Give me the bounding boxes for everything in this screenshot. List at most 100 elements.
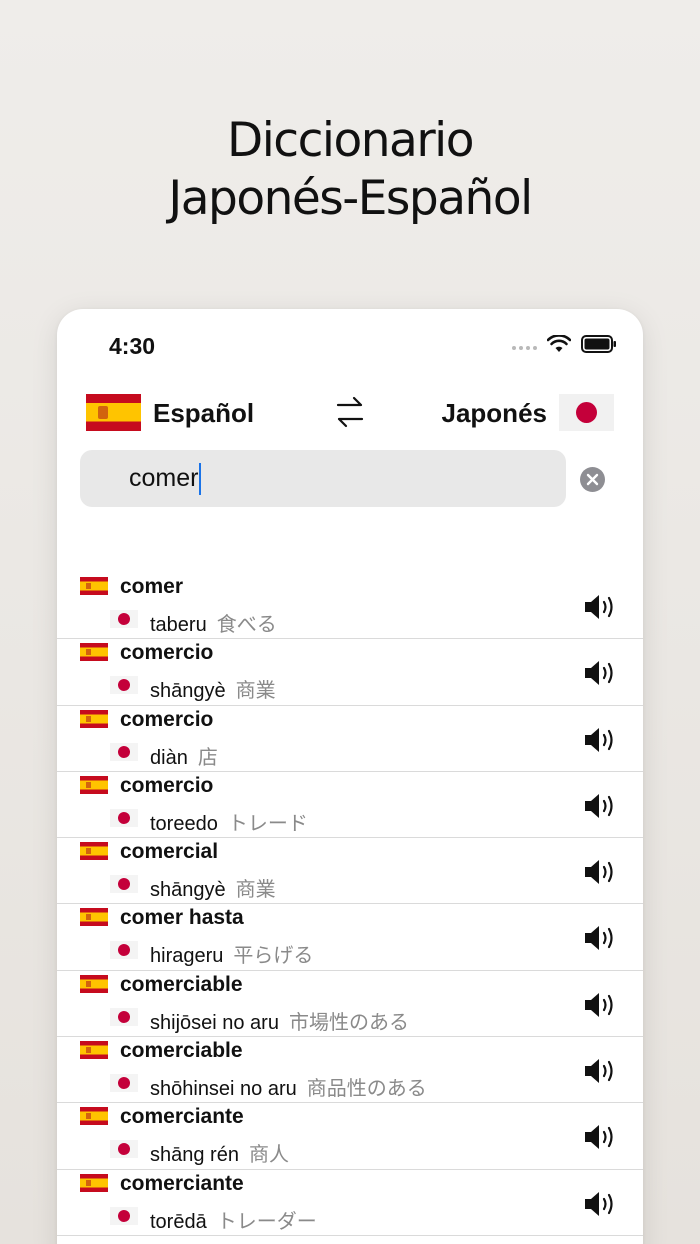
spain-flag-icon — [80, 908, 108, 927]
promo-headline: Diccionario Japonés-Español — [0, 112, 700, 228]
result-japanese: 店 — [197, 744, 218, 769]
result-row[interactable]: comerciable shōhinsei no aru 商品性のある — [57, 1037, 643, 1104]
japan-flag-icon — [110, 742, 138, 761]
spain-flag-icon — [80, 643, 108, 662]
battery-icon — [581, 335, 616, 353]
result-word: comerciante — [120, 1171, 244, 1195]
result-row[interactable]: comercio shāngyè 商業 — [57, 639, 643, 706]
wifi-icon — [547, 335, 571, 352]
result-japanese: トレード — [227, 810, 308, 835]
result-row[interactable]: comercio diàn 店 — [57, 706, 643, 772]
status-time: 4:30 — [109, 333, 156, 359]
result-row[interactable]: comerciante torēdā トレーダー — [57, 1170, 643, 1236]
search-input-value: comer — [129, 464, 199, 492]
result-translation: hirageru 平らげる — [150, 939, 313, 968]
speaker-icon[interactable] — [583, 593, 617, 621]
result-romaji: diàn — [150, 746, 188, 769]
result-romaji: shāng rén — [150, 1144, 239, 1167]
japan-flag-icon — [110, 676, 138, 695]
japan-flag-icon — [110, 1206, 138, 1225]
speaker-icon[interactable] — [583, 659, 617, 687]
text-caret — [199, 462, 202, 495]
spain-flag-icon — [80, 1107, 108, 1126]
swap-languages-icon[interactable] — [335, 395, 365, 429]
result-translation: shāngyè 商業 — [150, 674, 276, 703]
speaker-icon[interactable] — [583, 1057, 617, 1085]
result-row[interactable]: comercial shāngyè 商業 — [57, 838, 643, 905]
result-romaji: shāngyè — [150, 680, 226, 703]
spain-flag-icon — [80, 577, 108, 595]
result-romaji: shāngyè — [150, 879, 226, 902]
result-translation: taberu 食べる — [150, 608, 277, 637]
japan-flag-icon — [110, 808, 138, 827]
speaker-icon[interactable] — [583, 792, 617, 820]
target-language[interactable]: Japonés — [442, 398, 548, 429]
speaker-icon[interactable] — [583, 858, 617, 886]
source-language[interactable]: Español — [153, 398, 254, 429]
result-japanese: トレーダー — [216, 1208, 317, 1233]
status-icons — [512, 335, 617, 353]
result-translation: shāngyè 商業 — [150, 873, 276, 902]
app-screen: 4:30 Español Japonés comer comer taberu … — [57, 309, 643, 1244]
headline-line-2: Japonés-Español — [168, 171, 533, 226]
result-japanese: 商人 — [248, 1142, 289, 1167]
japan-flag-icon — [110, 610, 138, 628]
result-romaji: torēdā — [150, 1210, 207, 1233]
spain-flag-icon — [80, 842, 108, 861]
result-japanese: 食べる — [216, 612, 277, 636]
speaker-icon[interactable] — [583, 1190, 617, 1218]
spain-flag-icon — [80, 1173, 108, 1192]
search-input[interactable]: comer — [80, 450, 566, 507]
result-word: comer — [120, 575, 184, 598]
spain-flag-icon — [80, 974, 108, 993]
result-row[interactable]: comerciante shāng rén 商人 — [57, 1103, 643, 1170]
result-word: comerciable — [120, 1039, 243, 1063]
clear-search-icon[interactable] — [580, 467, 605, 492]
result-word: comercio — [120, 641, 214, 665]
result-word: comerciable — [120, 972, 243, 996]
spain-flag-icon — [80, 1041, 108, 1060]
result-row[interactable]: comer taberu 食べる — [57, 573, 643, 640]
japan-flag-icon — [110, 941, 138, 960]
japan-flag-icon — [110, 1007, 138, 1026]
result-word: comerciante — [120, 1105, 244, 1129]
japan-flag-icon — [110, 1074, 138, 1093]
spain-flag-icon[interactable] — [86, 394, 141, 431]
result-romaji: taberu — [150, 614, 207, 636]
result-romaji: shijōsei no aru — [150, 1011, 279, 1034]
japan-flag-icon — [110, 875, 138, 894]
result-japanese: 市場性のある — [288, 1009, 409, 1034]
speaker-icon[interactable] — [583, 726, 617, 754]
result-romaji: hirageru — [150, 945, 224, 968]
result-word: comercio — [120, 707, 214, 731]
speaker-icon[interactable] — [583, 991, 617, 1019]
result-romaji: toreedo — [150, 812, 218, 835]
result-japanese: 商業 — [235, 877, 276, 902]
result-translation: toreedo トレード — [150, 807, 308, 836]
result-japanese: 平らげる — [233, 943, 314, 968]
headline-line-1: Diccionario — [227, 113, 474, 168]
result-row[interactable]: comercio toreedo トレード — [57, 772, 643, 839]
result-japanese: 商品性のある — [306, 1076, 427, 1101]
result-row[interactable]: comerciable shijōsei no aru 市場性のある — [57, 971, 643, 1038]
result-translation: shijōsei no aru 市場性のある — [150, 1006, 409, 1035]
speaker-icon[interactable] — [583, 924, 617, 952]
result-translation: shāng rén 商人 — [150, 1138, 289, 1167]
japan-flag-icon[interactable] — [559, 394, 614, 431]
result-translation: diàn 店 — [150, 741, 218, 770]
signal-icon — [512, 346, 537, 350]
japan-flag-icon — [110, 1140, 138, 1159]
result-translation: torēdā トレーダー — [150, 1205, 317, 1234]
result-romaji: shōhinsei no aru — [150, 1078, 297, 1101]
result-row[interactable]: comer hasta hirageru 平らげる — [57, 904, 643, 971]
result-word: comer hasta — [120, 906, 244, 930]
result-translation: shōhinsei no aru 商品性のある — [150, 1072, 427, 1101]
speaker-icon[interactable] — [583, 1123, 617, 1151]
language-selector: Español Japonés — [57, 393, 643, 433]
result-word: comercial — [120, 840, 219, 864]
results-list: comer taberu 食べる comercio shāngyè 商業 comer… — [57, 573, 643, 1236]
spain-flag-icon — [80, 775, 108, 794]
result-japanese: 商業 — [235, 678, 276, 703]
spain-flag-icon — [80, 709, 108, 728]
result-word: comercio — [120, 773, 214, 797]
